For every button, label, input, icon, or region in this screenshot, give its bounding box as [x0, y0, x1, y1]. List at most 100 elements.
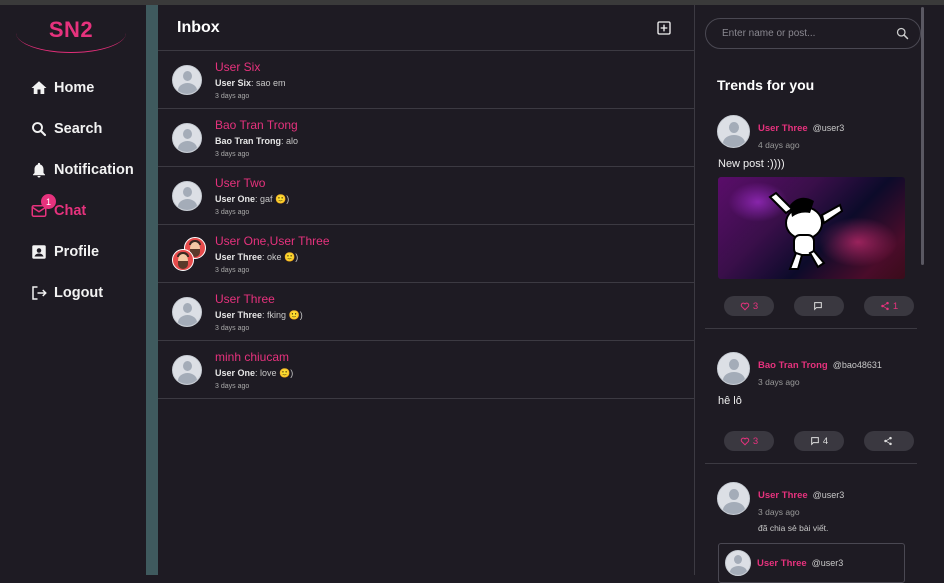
avatar[interactable]: [717, 352, 750, 385]
trend-post[interactable]: User Three @user3 3 days ago đã chia sẻ b…: [705, 482, 917, 583]
share-button[interactable]: [864, 431, 914, 451]
trend-post[interactable]: User Three @user3 4 days ago New post :))…: [705, 115, 917, 329]
logo-text: SN2: [48, 17, 94, 42]
logo[interactable]: SN2: [16, 13, 126, 53]
search-input[interactable]: [722, 28, 872, 39]
avatar: [172, 355, 202, 385]
bell-icon: [33, 162, 45, 177]
shared-post-card[interactable]: User Three @user3: [718, 543, 905, 583]
share-icon: [883, 436, 892, 446]
conversation-item[interactable]: Bao Tran Trong Bao Tran Trong: alo 3 day…: [158, 109, 694, 167]
search-icon: [32, 121, 47, 136]
conversation-name: minh chiucam: [215, 350, 290, 364]
conversation-item[interactable]: User Six User Six: sao em 3 days ago: [158, 51, 694, 109]
message-text: : fking 🙂): [262, 310, 303, 320]
conversation-time: 3 days ago: [215, 383, 250, 390]
inbox-panel: Inbox User Six User Six: sao em 3 days a…: [158, 5, 695, 575]
like-count: 3: [752, 435, 759, 447]
shared-post-handle: @user3: [811, 558, 844, 568]
conversation-time: 3 days ago: [215, 151, 250, 158]
post-author[interactable]: Bao Tran Trong: [758, 360, 828, 371]
inbox-title: Inbox: [177, 18, 220, 36]
like-count: 3: [752, 300, 759, 312]
conversation-item[interactable]: minh chiucam User One: love 🙂) 3 days ag…: [158, 341, 694, 399]
app-root: SN2 Home Search Notification 1 Chat Prof…: [0, 5, 944, 583]
search-bar: [705, 18, 921, 49]
conversation-item[interactable]: User Three User Three: fking 🙂) 3 days a…: [158, 283, 694, 341]
nav-item-notification[interactable]: Notification: [30, 149, 134, 190]
comment-button[interactable]: 4: [794, 431, 844, 451]
nav-item-profile[interactable]: Profile: [30, 231, 134, 272]
avatar: [172, 65, 202, 95]
share-count: 1: [892, 300, 899, 312]
post-text: New post :)))): [718, 158, 785, 170]
message-text: : sao em: [251, 78, 286, 88]
conversation-time: 3 days ago: [215, 267, 250, 274]
profile-card-icon: [32, 244, 46, 259]
message-text: : gaf 🙂): [255, 194, 290, 204]
shared-post-author[interactable]: User Three: [757, 558, 807, 569]
logout-icon: [32, 285, 47, 300]
conversation-name: User Two: [215, 176, 266, 190]
nav-item-logout[interactable]: Logout: [30, 272, 134, 313]
search-icon[interactable]: [895, 26, 910, 41]
post-handle: @user3: [812, 123, 845, 133]
conversation-item[interactable]: User One,User Three User Three: oke 🙂) 3…: [158, 225, 694, 283]
conversation-name: User Six: [215, 60, 261, 74]
inbox-header: Inbox: [158, 5, 694, 51]
chat-unread-badge: 1: [41, 194, 56, 209]
conversation-name: User One,User Three: [215, 234, 330, 248]
conversation-time: 3 days ago: [215, 93, 250, 100]
sidebar: SN2 Home Search Notification 1 Chat Prof…: [0, 5, 146, 575]
avatar[interactable]: [717, 482, 750, 515]
new-chat-icon[interactable]: [656, 20, 672, 36]
avatar: [172, 297, 202, 327]
post-time: 3 days ago: [758, 377, 800, 387]
like-button[interactable]: 3: [724, 431, 774, 451]
conversation-last-message: User Six: sao em: [215, 76, 286, 90]
avatar: [172, 181, 202, 211]
nav-item-search[interactable]: Search: [30, 108, 134, 149]
trends-title: Trends for you: [717, 77, 815, 93]
comment-icon: [813, 302, 822, 311]
nav-label-chat: Chat: [54, 202, 87, 219]
message-sender: User One: [215, 194, 256, 204]
conversation-last-message: User Three: oke 🙂): [215, 250, 330, 264]
post-time: 4 days ago: [758, 140, 800, 150]
post-author[interactable]: User Three: [758, 490, 808, 501]
home-icon: [31, 80, 47, 94]
conversation-name: User Three: [215, 292, 275, 306]
share-button[interactable]: 1: [864, 296, 914, 316]
post-author[interactable]: User Three: [758, 123, 808, 134]
conversation-last-message: User One: gaf 🙂): [215, 192, 289, 206]
share-icon: [881, 301, 889, 311]
nav-label-profile: Profile: [54, 243, 100, 260]
post-share-note: đã chia sẻ bài viết.: [758, 523, 829, 533]
post-text: hê lô: [718, 395, 742, 407]
message-sender: User Three: [215, 310, 263, 320]
group-avatar: [172, 237, 206, 271]
post-time: 3 days ago: [758, 507, 800, 517]
conversation-item[interactable]: User Two User One: gaf 🙂) 3 days ago: [158, 167, 694, 225]
comment-count: 4: [822, 435, 829, 447]
nav-menu: Home Search Notification 1 Chat Profile: [30, 67, 134, 313]
message-text: : love 🙂): [255, 368, 294, 378]
avatar[interactable]: [725, 550, 751, 576]
heart-icon: [740, 302, 750, 311]
nav-item-home[interactable]: Home: [30, 67, 134, 108]
avatar[interactable]: [717, 115, 750, 148]
post-image[interactable]: [718, 177, 905, 279]
message-sender: User One: [215, 368, 256, 378]
conversation-name: Bao Tran Trong: [215, 118, 298, 132]
like-button[interactable]: 3: [724, 296, 774, 316]
trend-post[interactable]: Bao Tran Trong @bao48631 3 days ago hê lô…: [705, 352, 917, 464]
nav-item-chat[interactable]: 1 Chat: [30, 190, 134, 231]
nav-label-home: Home: [54, 79, 95, 96]
message-sender: Bao Tran Trong: [215, 136, 282, 146]
nav-label-notification: Notification: [54, 161, 134, 178]
comment-icon: [811, 437, 819, 446]
comment-button[interactable]: [794, 296, 844, 316]
sidebar-divider-strip: [146, 5, 158, 575]
scrollbar-thumb[interactable]: [921, 7, 924, 265]
message-sender: User Six: [215, 78, 252, 88]
